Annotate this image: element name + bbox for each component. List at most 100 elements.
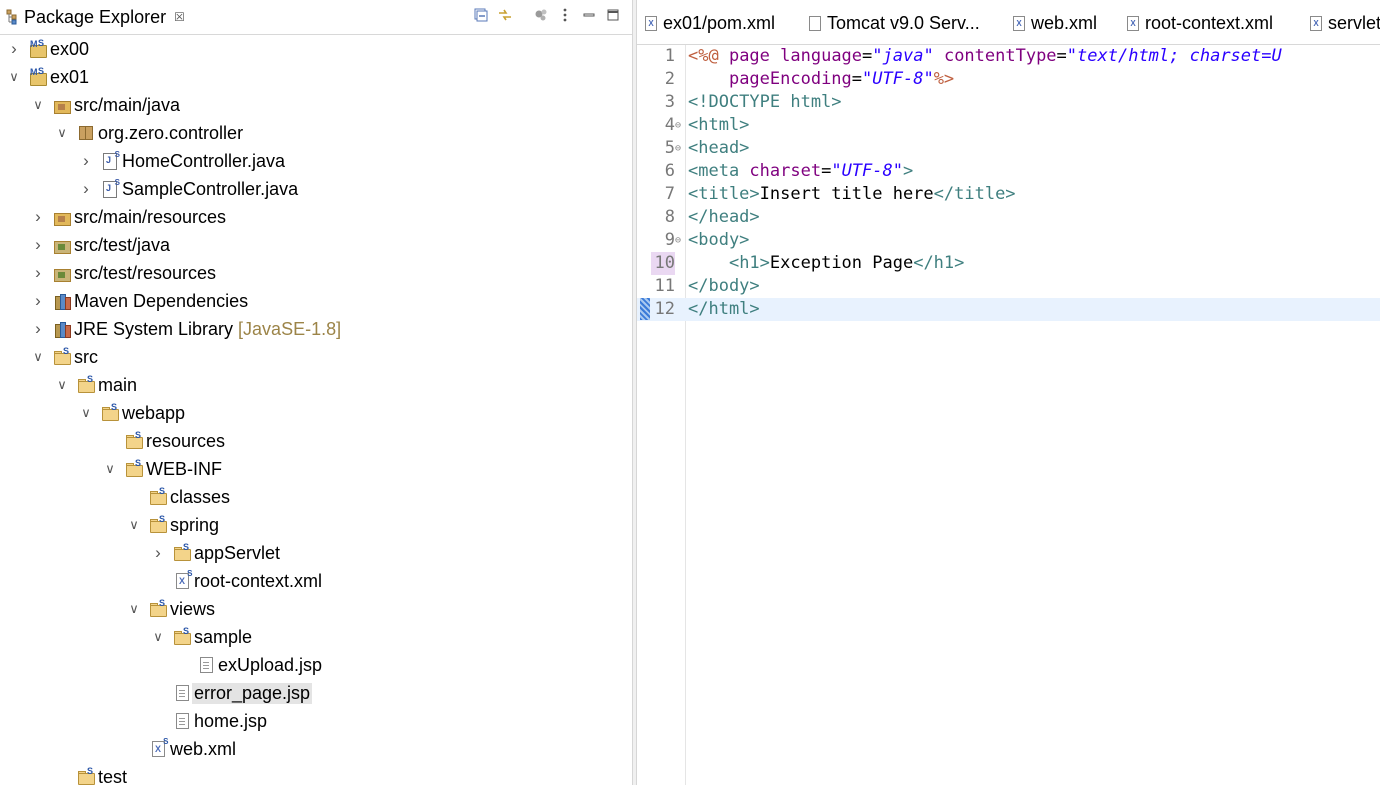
code-token: = bbox=[851, 69, 863, 89]
chevron-down-icon[interactable]: ∨ bbox=[152, 627, 164, 647]
tree-item-root-context[interactable]: X Sroot-context.xml bbox=[0, 567, 632, 595]
code-line[interactable]: 6 <meta charset="UTF-8"> bbox=[637, 160, 1380, 183]
chevron-down-icon[interactable]: ∨ bbox=[56, 123, 68, 143]
chevron-down-icon[interactable]: ∨ bbox=[32, 95, 44, 115]
code-line[interactable]: 12 </html> bbox=[637, 298, 1380, 321]
chevron-down-icon[interactable]: ∨ bbox=[56, 375, 68, 395]
line-number: 8 bbox=[664, 207, 675, 227]
tree-item-exupload[interactable]: exUpload.jsp bbox=[0, 651, 632, 679]
code-line[interactable]: 2 pageEncoding="UTF-8"%> bbox=[637, 68, 1380, 91]
tree-item-label: src/main/java bbox=[74, 94, 181, 115]
tree-item-src[interactable]: ∨ Ssrc bbox=[0, 343, 632, 371]
chevron-down-icon[interactable]: ∨ bbox=[32, 347, 44, 367]
code-line[interactable]: 9 ⊖ <body> bbox=[637, 229, 1380, 252]
code-text: </html> bbox=[688, 298, 760, 321]
chevron-right-icon[interactable]: › bbox=[32, 291, 44, 311]
chevron-right-icon[interactable]: › bbox=[80, 151, 92, 171]
chevron-right-icon[interactable]: › bbox=[80, 179, 92, 199]
fold-toggle-icon[interactable]: ⊖ bbox=[675, 114, 685, 137]
tree-item-label: error_page.jsp bbox=[192, 682, 313, 704]
code-text: <h1>Exception Page</h1> bbox=[688, 252, 964, 275]
tree-item-spring[interactable]: ∨ Sspring bbox=[0, 511, 632, 539]
link-with-editor-icon[interactable] bbox=[496, 5, 514, 25]
tree-item-src-test-java[interactable]: › src/test/java bbox=[0, 231, 632, 259]
tree-item-src-main-java[interactable]: ∨ src/main/java bbox=[0, 91, 632, 119]
collapse-all-icon[interactable] bbox=[472, 5, 490, 25]
code-token: <html> bbox=[688, 115, 750, 135]
fold-toggle-icon[interactable]: ⊖ bbox=[675, 137, 685, 160]
tree-item-src-test-resources[interactable]: › src/test/resources bbox=[0, 259, 632, 287]
code-token: "UTF-8" bbox=[862, 69, 934, 89]
tree-item-label: org.zero.controller bbox=[98, 122, 244, 143]
code-token: <meta bbox=[688, 161, 750, 181]
xml-file-icon: X bbox=[1127, 15, 1139, 31]
chevron-down-icon[interactable]: ∨ bbox=[128, 515, 140, 535]
editor-tab-1[interactable]: Xex01/pom.xml bbox=[645, 8, 775, 38]
tree-item-maven-deps[interactable]: › Maven Dependencies bbox=[0, 287, 632, 315]
jsp-file-icon bbox=[173, 712, 191, 730]
tree-item-webapp[interactable]: ∨ Swebapp bbox=[0, 399, 632, 427]
chevron-down-icon[interactable]: ∨ bbox=[80, 403, 92, 423]
maximize-icon[interactable] bbox=[604, 5, 622, 25]
minimize-icon[interactable] bbox=[580, 5, 598, 25]
tree-item-resources[interactable]: Sresources bbox=[0, 427, 632, 455]
code-text: pageEncoding="UTF-8"%> bbox=[688, 68, 954, 91]
chevron-right-icon[interactable]: › bbox=[32, 319, 44, 339]
tree-item-sample[interactable]: ∨ Ssample bbox=[0, 623, 632, 651]
code-token: </h1> bbox=[913, 253, 965, 273]
code-token: "java" bbox=[872, 46, 934, 66]
editor-tab-3[interactable]: Xweb.xml bbox=[1013, 8, 1097, 38]
tree-item-label: appServlet bbox=[194, 542, 281, 563]
tree-item-pkg-controller[interactable]: ∨ org.zero.controller bbox=[0, 119, 632, 147]
folder-icon: S bbox=[53, 346, 71, 366]
package-explorer-tab[interactable]: Package Explorer ☒ bbox=[0, 0, 193, 34]
tree-item-classes[interactable]: Sclasses bbox=[0, 483, 632, 511]
code-text: <meta charset="UTF-8"> bbox=[688, 160, 913, 183]
tree-item-label: web.xml bbox=[170, 738, 237, 759]
chevron-right-icon[interactable]: › bbox=[32, 207, 44, 227]
code-line[interactable]: 11 </body> bbox=[637, 275, 1380, 298]
code-line[interactable]: 10 <h1>Exception Page</h1> bbox=[637, 252, 1380, 275]
chevron-down-icon[interactable]: ∨ bbox=[104, 459, 116, 479]
code-line[interactable]: 7 <title>Insert title here</title> bbox=[637, 183, 1380, 206]
view-menu-icon[interactable] bbox=[556, 5, 574, 25]
editor-tab-5[interactable]: Xservlet bbox=[1310, 8, 1380, 38]
tree-item-ex01[interactable]: ∨ M Sex01 bbox=[0, 63, 632, 91]
tree-item-app-servlet[interactable]: › SappServlet bbox=[0, 539, 632, 567]
chevron-down-icon[interactable]: ∨ bbox=[128, 599, 140, 619]
tree-item-sample-controller[interactable]: › J S SampleController.java bbox=[0, 175, 632, 203]
chevron-down-icon[interactable]: ∨ bbox=[8, 67, 20, 87]
code-line[interactable]: 1 <%@ page language="java" contentType="t… bbox=[637, 45, 1380, 68]
tree-item-ex00[interactable]: › M Sex00 bbox=[0, 35, 632, 63]
tree-item-main[interactable]: ∨ Smain bbox=[0, 371, 632, 399]
tree-item-home-jsp[interactable]: home.jsp bbox=[0, 707, 632, 735]
tree-item-home-controller[interactable]: › J S HomeController.java bbox=[0, 147, 632, 175]
tree-item-web-xml[interactable]: X Sweb.xml bbox=[0, 735, 632, 763]
code-line[interactable]: 4 ⊖ <html> bbox=[637, 114, 1380, 137]
tree-item-label: src bbox=[74, 346, 98, 367]
code-line[interactable]: 3 <!DOCTYPE html> bbox=[637, 91, 1380, 114]
editor-tab-4[interactable]: Xroot-context.xml bbox=[1127, 8, 1273, 38]
source-folder-icon bbox=[53, 96, 71, 114]
code-editor[interactable]: 1 <%@ page language="java" contentType="t… bbox=[637, 45, 1380, 785]
tree-item-error-page[interactable]: error_page.jsp bbox=[0, 679, 632, 707]
close-icon[interactable]: ☒ bbox=[174, 10, 185, 24]
chevron-right-icon[interactable]: › bbox=[32, 235, 44, 255]
code-line[interactable]: 5 ⊖ <head> bbox=[637, 137, 1380, 160]
tree-item-src-main-resources[interactable]: › src/main/resources bbox=[0, 203, 632, 231]
fold-toggle-icon[interactable]: ⊖ bbox=[675, 229, 685, 252]
chevron-right-icon[interactable]: › bbox=[152, 543, 164, 563]
tree-item-views[interactable]: ∨ Sviews bbox=[0, 595, 632, 623]
package-explorer-header: Package Explorer ☒ bbox=[0, 0, 632, 35]
editor-tab-2[interactable]: Tomcat v9.0 Serv... bbox=[809, 8, 980, 38]
editor-tab-label: servlet bbox=[1328, 12, 1380, 33]
focus-on-task-icon[interactable] bbox=[532, 5, 550, 25]
java-file-icon: JS bbox=[101, 178, 120, 198]
tree-item-test[interactable]: Stest bbox=[0, 763, 632, 785]
tree-item-jre-lib[interactable]: › JRE System Library [JavaSE-1.8] bbox=[0, 315, 632, 343]
code-line[interactable]: 8 </head> bbox=[637, 206, 1380, 229]
tree-item-web-inf[interactable]: ∨ S WEB-INF bbox=[0, 455, 632, 483]
chevron-right-icon[interactable]: › bbox=[8, 39, 20, 59]
chevron-right-icon[interactable]: › bbox=[32, 263, 44, 283]
